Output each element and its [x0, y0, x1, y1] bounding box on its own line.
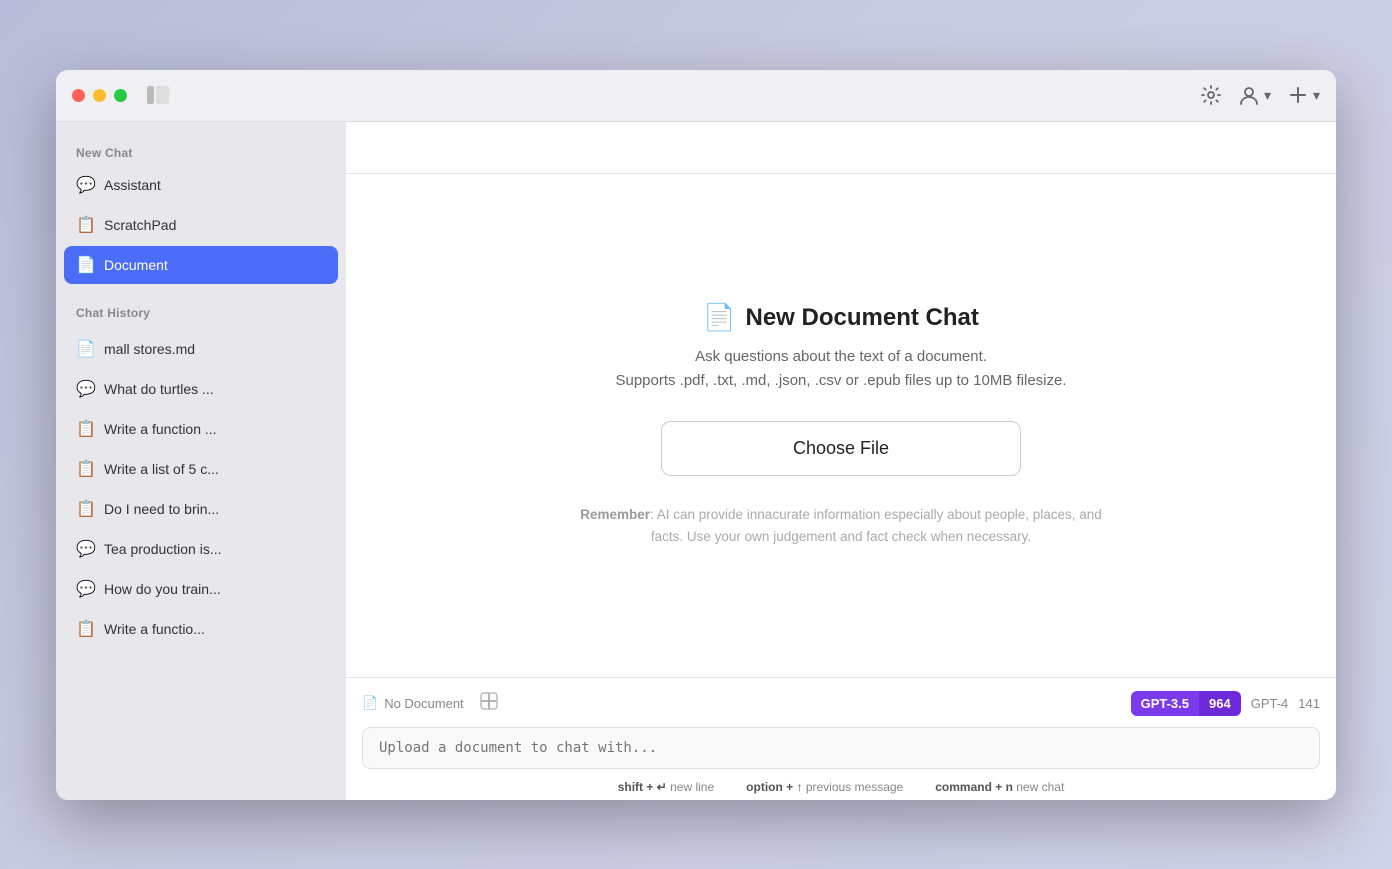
shortcut-prev: option + ↑ previous message — [746, 780, 903, 794]
doc-subtitle: Ask questions about the text of a docume… — [615, 345, 1066, 393]
close-button[interactable] — [72, 89, 85, 102]
subtitle-line1: Ask questions about the text of a docume… — [695, 348, 987, 365]
gpt35-button[interactable]: GPT-3.5 964 — [1131, 691, 1241, 716]
history-label-4: Do I need to brin... — [104, 501, 219, 517]
user-button[interactable]: ▾ — [1238, 84, 1271, 106]
gpt35-tokens: 964 — [1199, 691, 1241, 716]
titlebar: ▾ ▾ — [56, 70, 1336, 122]
history-icon-4: 📋 — [76, 499, 94, 519]
sidebar-item-assistant[interactable]: 💬 Assistant — [64, 166, 338, 204]
assistant-icon: 💬 — [76, 175, 94, 195]
history-icon-0: 📄 — [76, 339, 94, 359]
content-body: 📄 New Document Chat Ask questions about … — [346, 174, 1336, 677]
history-item-1[interactable]: 💬 What do turtles ... — [64, 370, 338, 408]
content-header — [346, 122, 1336, 174]
choose-file-button[interactable]: Choose File — [661, 421, 1021, 476]
bottom-bar: 📄 No Document GPT-3.5 — [346, 677, 1336, 800]
history-item-2[interactable]: 📋 Write a function ... — [64, 410, 338, 448]
history-label-5: Tea production is... — [104, 541, 222, 557]
shortcut-newline-key: shift + ↵ — [618, 780, 667, 794]
shortcut-prev-label2: previous message — [806, 780, 903, 794]
bottom-controls: 📄 No Document GPT-3.5 — [362, 688, 1320, 719]
document-icon: 📄 — [76, 255, 94, 275]
history-item-7[interactable]: 📋 Write a functio... — [64, 610, 338, 648]
content-area: 📄 New Document Chat Ask questions about … — [346, 122, 1336, 800]
history-icon-3: 📋 — [76, 459, 94, 479]
history-divider: Chat History — [64, 298, 338, 326]
gpt35-label: GPT-3.5 — [1131, 691, 1199, 716]
remember-body: : AI can provide innacurate information … — [650, 507, 1102, 544]
remember-text: Remember: AI can provide innacurate info… — [571, 504, 1111, 547]
gpt4-button[interactable]: GPT-4 — [1245, 691, 1295, 716]
maximize-button[interactable] — [114, 89, 127, 102]
sidebar-item-document[interactable]: 📄 Document — [64, 246, 338, 284]
shortcuts-bar: shift + ↵ new line option + ↑ previous m… — [362, 780, 1320, 794]
new-doc-icon: 📄 — [703, 302, 735, 333]
assistant-label: Assistant — [104, 177, 161, 193]
shortcut-newline: shift + ↵ new line — [618, 780, 714, 794]
shortcut-prev-key: option + ↑ — [746, 780, 802, 794]
desktop-background: ▾ ▾ New Chat 💬 Assistant — [0, 0, 1392, 869]
minimize-button[interactable] — [93, 89, 106, 102]
no-doc-icon: 📄 — [362, 695, 378, 711]
shortcut-newchat: command + n new chat — [935, 780, 1064, 794]
app-window: ▾ ▾ New Chat 💬 Assistant — [56, 70, 1336, 800]
history-icon-2: 📋 — [76, 419, 94, 439]
user-dropdown-arrow: ▾ — [1264, 87, 1271, 104]
add-dropdown-arrow: ▾ — [1313, 87, 1320, 104]
history-item-4[interactable]: 📋 Do I need to brin... — [64, 490, 338, 528]
subtitle-line2: Supports .pdf, .txt, .md, .json, .csv or… — [615, 372, 1066, 389]
document-label: Document — [104, 257, 168, 273]
history-label-7: Write a functio... — [104, 621, 205, 637]
clear-button[interactable] — [476, 688, 502, 719]
sidebar: New Chat 💬 Assistant 📋 ScratchPad 📄 Docu… — [56, 122, 346, 800]
remember-label: Remember — [580, 507, 650, 522]
sidebar-item-scratchpad[interactable]: 📋 ScratchPad — [64, 206, 338, 244]
chat-history-label: Chat History — [64, 298, 338, 326]
history-icon-1: 💬 — [76, 379, 94, 399]
history-item-3[interactable]: 📋 Write a list of 5 c... — [64, 450, 338, 488]
history-icon-5: 💬 — [76, 539, 94, 559]
history-item-6[interactable]: 💬 How do you train... — [64, 570, 338, 608]
shortcut-newline-label2: new line — [670, 780, 714, 794]
new-chat-label: New Chat — [64, 138, 338, 166]
history-label-1: What do turtles ... — [104, 381, 214, 397]
gear-button[interactable] — [1200, 84, 1222, 106]
add-button[interactable]: ▾ — [1287, 84, 1320, 106]
traffic-lights — [72, 89, 127, 102]
main-layout: New Chat 💬 Assistant 📋 ScratchPad 📄 Docu… — [56, 122, 1336, 800]
model-controls: GPT-3.5 964 GPT-4 141 — [1131, 691, 1320, 716]
history-label-2: Write a function ... — [104, 421, 217, 437]
sidebar-toggle-button[interactable] — [147, 86, 169, 104]
scratchpad-icon: 📋 — [76, 215, 94, 235]
titlebar-actions: ▾ ▾ — [1200, 84, 1320, 106]
gpt4-tokens: 141 — [1298, 696, 1320, 711]
history-label-6: How do you train... — [104, 581, 221, 597]
history-icon-6: 💬 — [76, 579, 94, 599]
chat-input[interactable] — [362, 727, 1320, 769]
scratchpad-label: ScratchPad — [104, 217, 176, 233]
shortcut-newchat-label2: new chat — [1016, 780, 1064, 794]
shortcut-newchat-key: command + n — [935, 780, 1013, 794]
history-label-3: Write a list of 5 c... — [104, 461, 219, 477]
no-document-label: No Document — [384, 696, 463, 711]
main-title: New Document Chat — [746, 304, 979, 332]
doc-title-area: 📄 New Document Chat Ask questions about … — [615, 302, 1066, 393]
no-document-indicator: 📄 No Document — [362, 695, 464, 711]
history-label-0: mall stores.md — [104, 341, 195, 357]
doc-icon-title: 📄 New Document Chat — [703, 302, 979, 333]
history-item-0[interactable]: 📄 mall stores.md — [64, 330, 338, 368]
history-item-5[interactable]: 💬 Tea production is... — [64, 530, 338, 568]
history-icon-7: 📋 — [76, 619, 94, 639]
